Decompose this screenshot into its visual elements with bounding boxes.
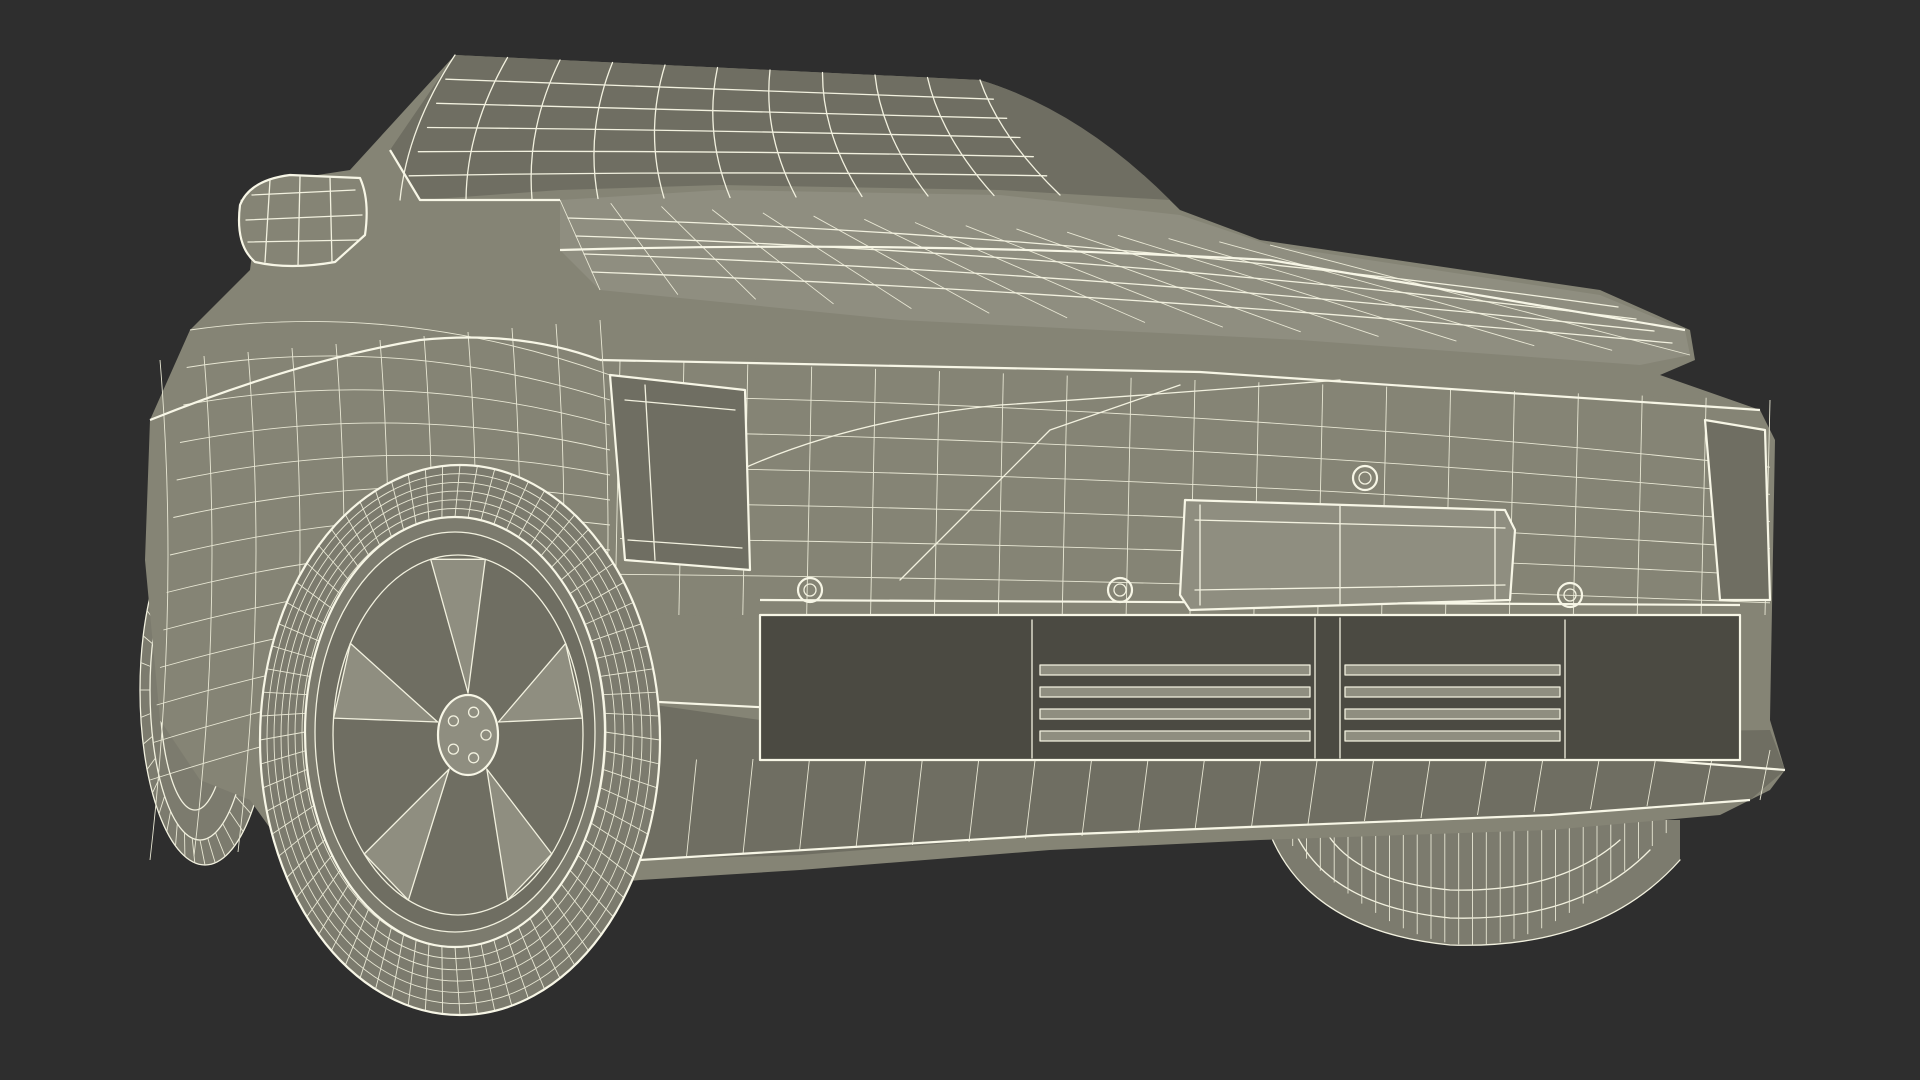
- left-headlight: [608, 373, 752, 572]
- grille-slat: [1345, 687, 1560, 697]
- license-plate: [1178, 498, 1517, 612]
- front-left-wheel: [258, 463, 662, 1017]
- grille-slat: [1040, 665, 1310, 675]
- car-wireframe-render: [139, 54, 1786, 1017]
- rear-right-wheel: [1264, 819, 1681, 946]
- grille-slat: [1040, 709, 1310, 719]
- render-viewport: [0, 0, 1920, 1080]
- grille-slat: [1040, 687, 1310, 697]
- grille-slat: [1345, 665, 1560, 675]
- grille-slat: [1345, 709, 1560, 719]
- grille-slat: [1345, 731, 1560, 741]
- front-grille: [758, 613, 1742, 762]
- grille-slat: [1040, 731, 1310, 741]
